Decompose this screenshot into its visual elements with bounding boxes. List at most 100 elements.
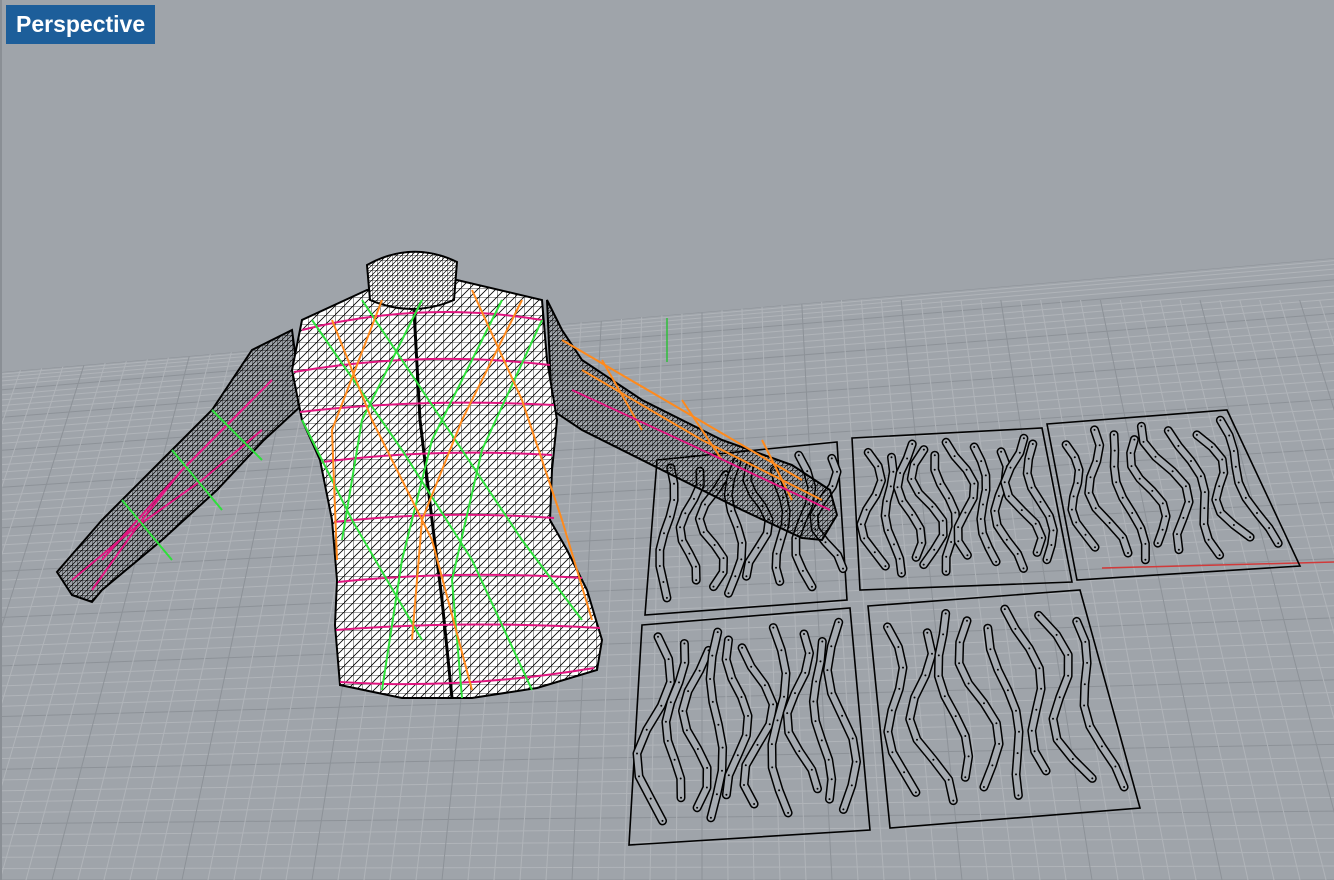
strip-hole <box>1045 769 1048 772</box>
strip-hole <box>685 729 688 732</box>
strip-hole <box>665 596 668 599</box>
strip-hole <box>673 758 676 761</box>
pattern-sheet-2[interactable] <box>851 427 1073 591</box>
strip-hole <box>712 585 715 588</box>
strip-hole <box>1037 614 1040 617</box>
strip-hole <box>645 728 648 731</box>
strip-hole <box>880 479 883 482</box>
strip-hole <box>1176 533 1178 536</box>
strip-hole <box>1133 438 1136 441</box>
strip-hole <box>973 446 976 448</box>
strip-hole <box>1087 492 1090 494</box>
strip-hole <box>1072 495 1075 498</box>
strip-hole <box>709 816 712 819</box>
strip-hole <box>827 758 830 761</box>
strip-hole <box>679 777 682 780</box>
strip-hole <box>890 456 893 459</box>
strip-hole <box>886 730 889 733</box>
strip-hole <box>711 654 714 657</box>
strip-hole <box>1203 507 1206 510</box>
strip-hole <box>1214 498 1217 501</box>
strip-hole <box>922 563 925 566</box>
strip-hole <box>1177 444 1180 447</box>
strip-hole <box>1026 472 1029 475</box>
strip-hole <box>812 700 815 703</box>
strip-hole <box>1167 429 1170 432</box>
strip-hole <box>1000 450 1003 453</box>
strip-hole <box>931 505 934 508</box>
strip-hole <box>942 633 945 636</box>
perspective-viewport[interactable]: Perspective <box>0 0 1334 880</box>
strip-hole <box>1161 528 1164 531</box>
strip-hole <box>681 539 684 542</box>
strip-hole <box>989 648 992 651</box>
viewport-title-tab[interactable]: Perspective <box>6 5 156 44</box>
strip-hole <box>953 455 956 458</box>
strip-hole <box>891 751 894 754</box>
strip-hole <box>966 554 969 557</box>
strip-hole <box>1108 521 1111 524</box>
strip-hole <box>1006 689 1009 692</box>
strip-hole <box>996 668 999 671</box>
strip-hole <box>831 485 834 488</box>
strip-hole <box>1218 554 1221 557</box>
grid-line-v <box>1179 299 1327 880</box>
strip-hole <box>885 500 888 503</box>
strip-hole <box>1009 466 1012 469</box>
strip-hole <box>884 565 887 568</box>
strip-hole <box>915 556 918 559</box>
strip-hole <box>679 526 682 529</box>
grid-line-h <box>2 797 1334 814</box>
strip-hole <box>1015 773 1017 776</box>
strip-hole <box>863 537 866 540</box>
strip-hole <box>1115 481 1118 484</box>
strip-hole <box>819 660 822 663</box>
strip-hole <box>1228 434 1231 437</box>
strip-hole <box>913 696 916 699</box>
strip-hole <box>1130 465 1133 468</box>
strip-hole <box>721 746 724 749</box>
strip-hole <box>716 631 719 634</box>
strip-hole <box>1028 647 1031 650</box>
strip-hole <box>1030 486 1033 489</box>
strip-hole <box>683 661 686 664</box>
strip-hole <box>945 570 948 573</box>
strip-hole <box>851 737 854 740</box>
pattern-sheet-5[interactable] <box>867 589 1142 829</box>
strip-hole <box>1093 428 1096 431</box>
strip-hole <box>1195 433 1198 436</box>
strip-hole <box>1005 538 1008 541</box>
strip-hole <box>705 786 708 789</box>
strip-hole <box>816 787 819 790</box>
strip-hole <box>1017 794 1020 797</box>
strip-hole <box>1056 738 1059 741</box>
strip-hole <box>1113 465 1116 468</box>
strip-hole <box>1083 704 1086 707</box>
strip-hole <box>695 579 698 582</box>
strip-hole <box>855 760 858 763</box>
strip-hole <box>681 710 684 712</box>
strip-hole <box>636 752 638 755</box>
strip-hole <box>993 509 996 512</box>
strip-hole <box>836 470 838 473</box>
strip-hole <box>783 695 785 698</box>
strip-hole <box>947 778 950 781</box>
strip-hole <box>1091 777 1094 780</box>
strip-hole <box>910 478 913 480</box>
strip-hole <box>730 510 733 513</box>
sky-area <box>2 0 1334 372</box>
strip-hole <box>778 789 781 792</box>
collar-mesh <box>367 251 457 309</box>
strip-hole <box>884 514 887 517</box>
strip-hole <box>1222 471 1225 474</box>
scene-canvas[interactable] <box>2 0 1334 880</box>
strip-hole <box>1094 507 1097 510</box>
strip-hole <box>1113 433 1115 436</box>
strip-hole <box>945 555 948 558</box>
strip-hole <box>937 675 940 678</box>
strip-hole <box>1219 419 1222 422</box>
strip-hole <box>958 641 961 644</box>
strip-hole <box>669 515 671 518</box>
strip-hole <box>778 580 781 583</box>
strip-hole <box>1076 482 1079 485</box>
